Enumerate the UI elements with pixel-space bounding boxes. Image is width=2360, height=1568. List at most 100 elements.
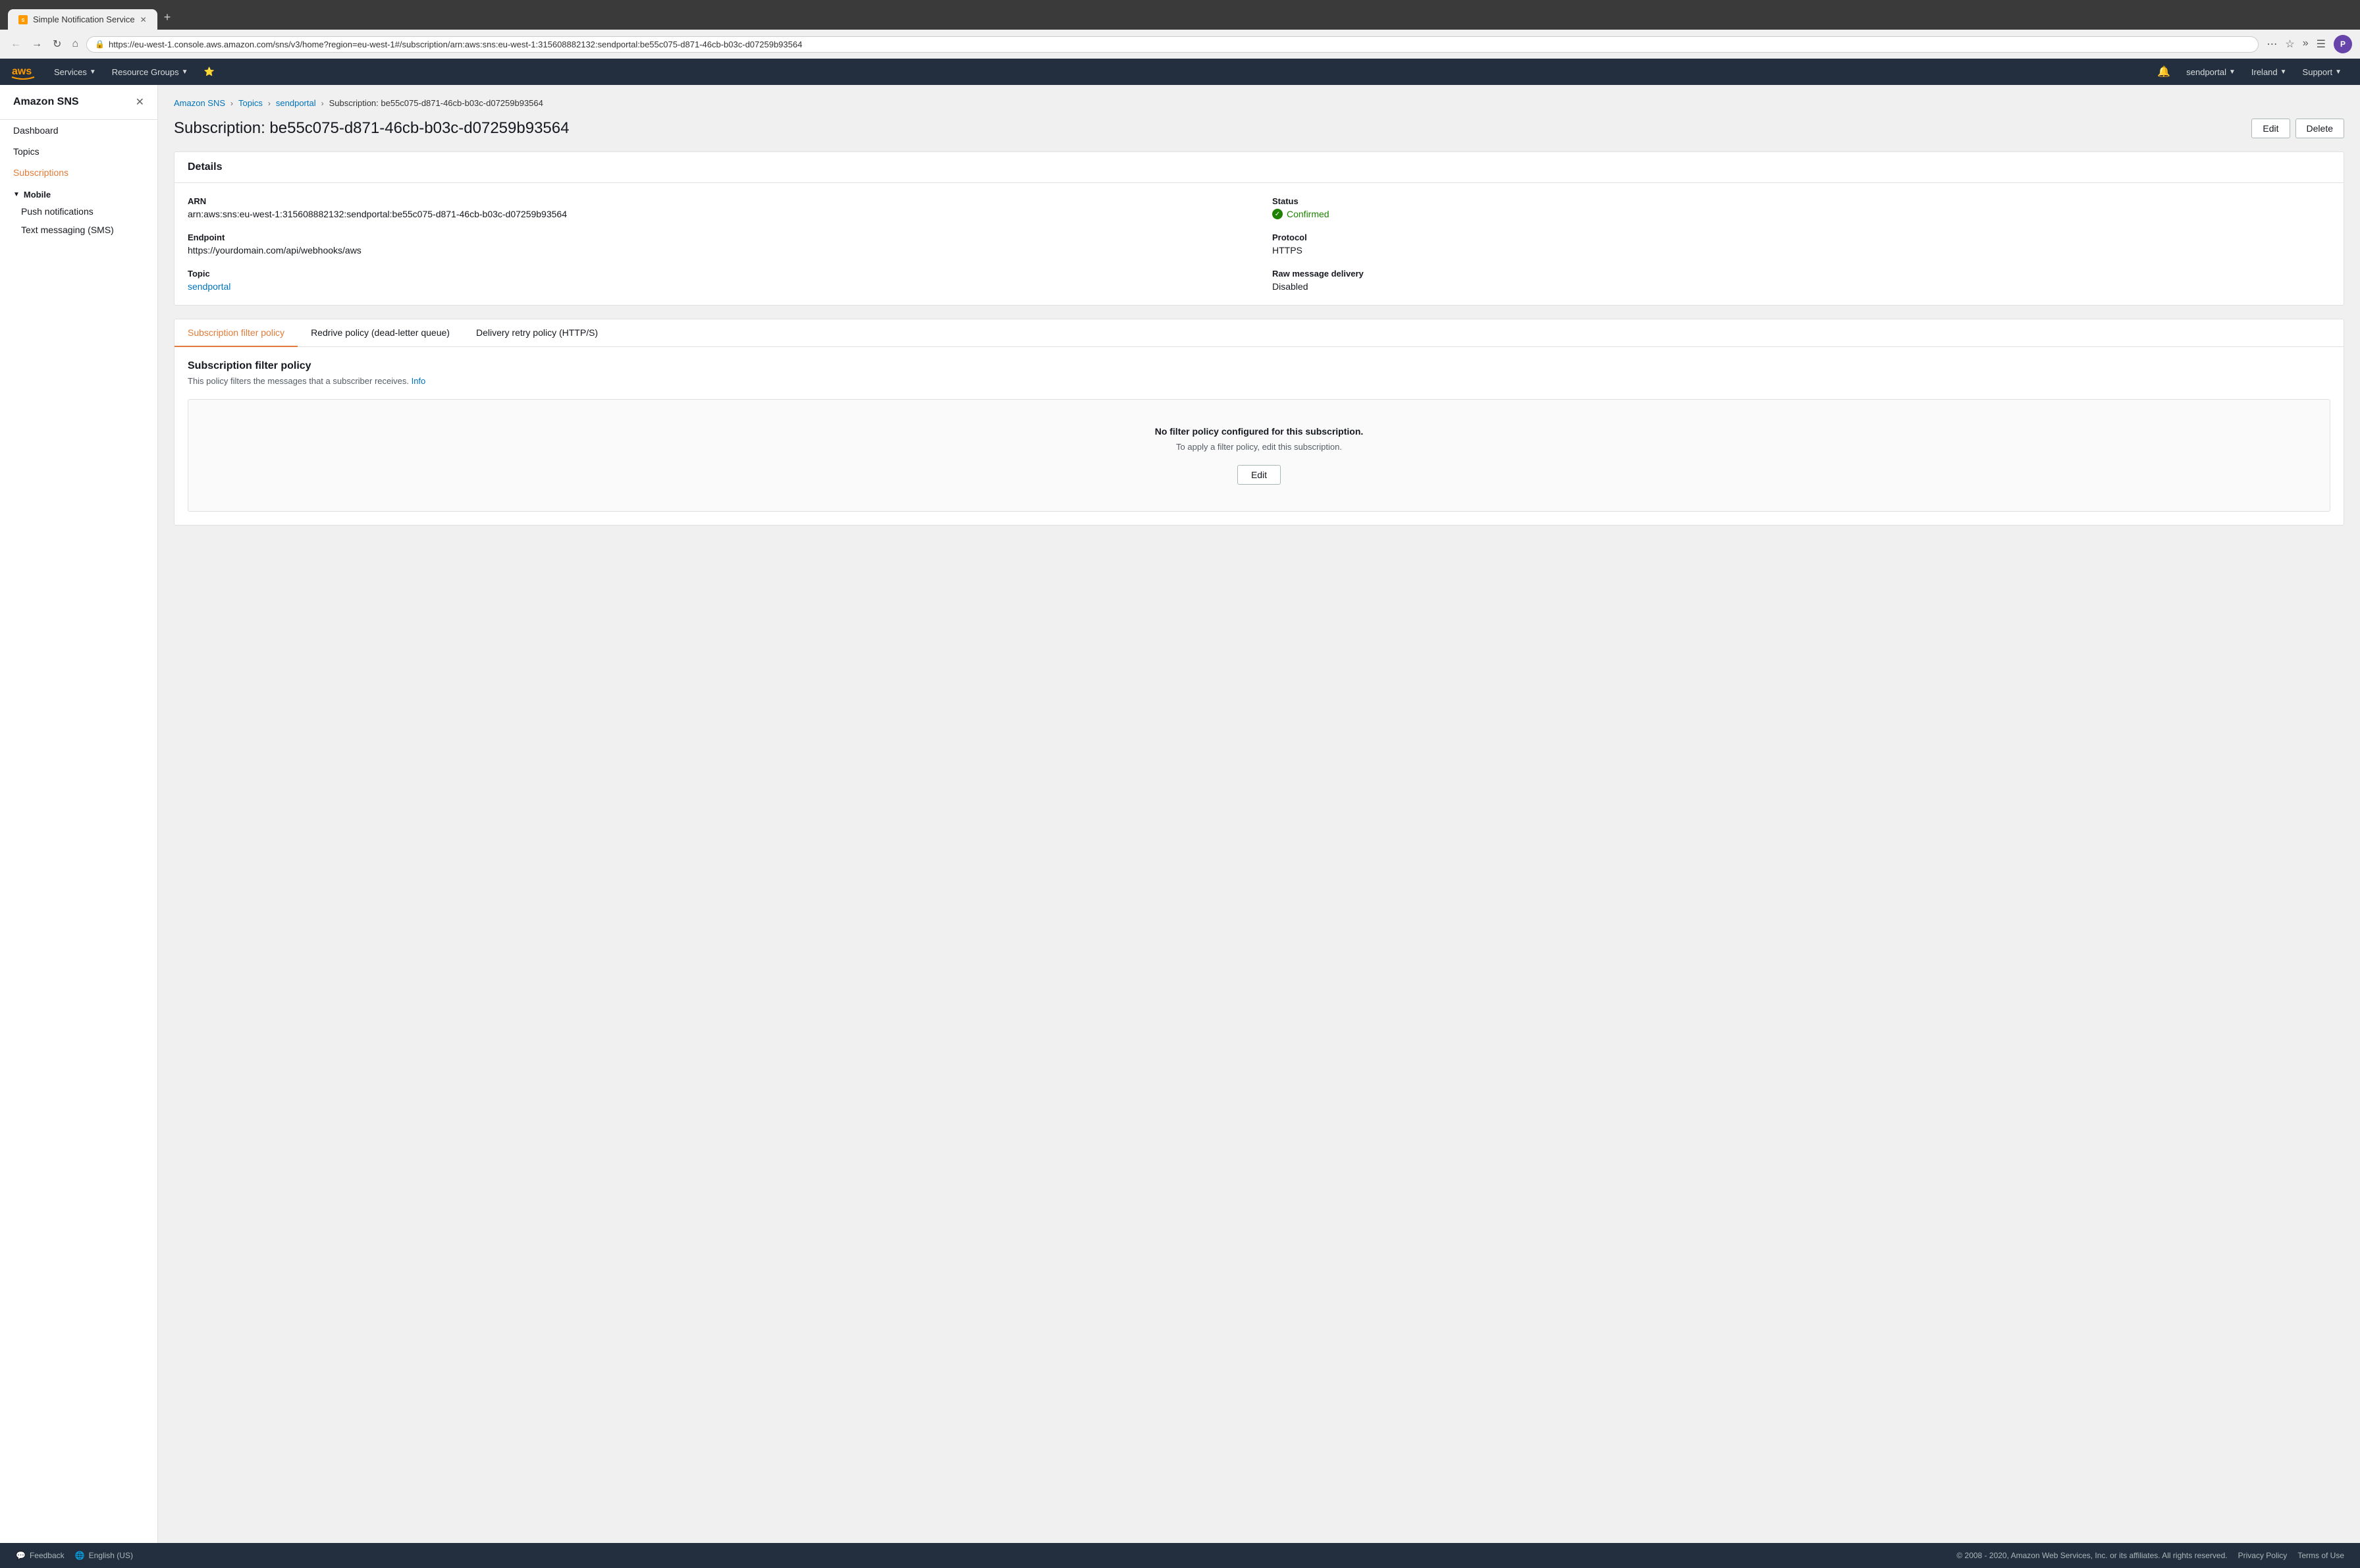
delete-button[interactable]: Delete (2295, 119, 2344, 138)
breadcrumb: Amazon SNS › Topics › sendportal › Subsc… (174, 98, 2344, 108)
forward-button[interactable]: → (29, 36, 45, 53)
sidebar-item-topics[interactable]: Topics (0, 141, 157, 162)
back-button[interactable]: ← (8, 36, 24, 53)
sidebar-item-dashboard[interactable]: Dashboard (0, 120, 157, 141)
raw-message-value: Disabled (1272, 281, 2330, 292)
region-chevron-icon: ▼ (2280, 68, 2287, 76)
sidebar-item-subscriptions[interactable]: Subscriptions (0, 162, 157, 183)
new-tab-button[interactable]: + (159, 5, 176, 30)
breadcrumb-topics[interactable]: Topics (238, 98, 263, 108)
menu-icon[interactable]: ☰ (2314, 36, 2328, 52)
topic-value[interactable]: sendportal (188, 281, 1246, 292)
footer: 💬 Feedback 🌐 English (US) © 2008 - 2020,… (0, 1543, 2360, 1568)
extensions-icon[interactable]: ⋯ (2264, 36, 2280, 52)
privacy-policy-link[interactable]: Privacy Policy (2238, 1551, 2288, 1560)
browser-tab-active[interactable]: S Simple Notification Service ✕ (8, 9, 157, 30)
support-nav[interactable]: Support ▼ (2295, 59, 2349, 85)
details-grid: ARN arn:aws:sns:eu-west-1:315608882132:s… (188, 196, 2330, 292)
protocol-label: Protocol (1272, 232, 2330, 242)
support-chevron-icon: ▼ (2335, 68, 2342, 76)
sidebar-close-button[interactable]: ✕ (136, 95, 144, 109)
topic-detail: Topic sendportal (188, 269, 1246, 292)
sidebar-item-subscriptions-label: Subscriptions (13, 167, 68, 178)
page-title: Subscription: be55c075-d871-46cb-b03c-d0… (174, 119, 569, 138)
sidebar-header: Amazon SNS ✕ (0, 85, 157, 120)
footer-right: © 2008 - 2020, Amazon Web Services, Inc.… (1956, 1551, 2344, 1560)
resource-groups-nav[interactable]: Resource Groups ▼ (104, 59, 196, 85)
bookmark-icon[interactable]: ☆ (2282, 36, 2297, 52)
browser-chrome: S Simple Notification Service ✕ + (0, 0, 2360, 30)
svg-text:S: S (22, 18, 25, 23)
sidebar-item-push-notifications[interactable]: Push notifications (0, 202, 157, 221)
user-chevron-icon: ▼ (2229, 68, 2236, 76)
svg-text:aws: aws (12, 66, 32, 77)
terms-of-use-link[interactable]: Terms of Use (2297, 1551, 2344, 1560)
aws-topnav: aws Services ▼ Resource Groups ▼ ⭐ 🔔 sen… (0, 59, 2360, 85)
feedback-icon: 💬 (16, 1551, 26, 1560)
tab-redrive-policy[interactable]: Redrive policy (dead-letter queue) (298, 319, 463, 347)
empty-policy-sub: To apply a filter policy, edit this subs… (201, 442, 2317, 452)
sidebar-mobile-section[interactable]: ▼ Mobile (0, 183, 157, 202)
tab-filter-policy[interactable]: Subscription filter policy (174, 319, 298, 347)
region-label: Ireland (2251, 67, 2278, 77)
language-link[interactable]: English (US) (89, 1551, 133, 1560)
filter-policy-desc-text: This policy filters the messages that a … (188, 376, 409, 386)
breadcrumb-sendportal[interactable]: sendportal (276, 98, 316, 108)
services-nav[interactable]: Services ▼ (46, 59, 104, 85)
lock-icon: 🔒 (95, 40, 105, 49)
sns-favicon-icon: S (20, 16, 26, 23)
tab-retry-policy[interactable]: Delivery retry policy (HTTP/S) (463, 319, 611, 347)
pin-icon: ⭐ (204, 67, 215, 77)
content-inner: Amazon SNS › Topics › sendportal › Subsc… (158, 85, 2360, 539)
topic-label: Topic (188, 269, 1246, 279)
protocol-value: HTTPS (1272, 245, 2330, 256)
user-avatar[interactable]: P (2334, 35, 2352, 53)
user-account-nav[interactable]: sendportal ▼ (2178, 59, 2243, 85)
sidebar-mobile-label: Mobile (24, 190, 51, 200)
breadcrumb-sep-1: › (230, 99, 233, 108)
breadcrumb-sep-3: › (321, 99, 324, 108)
content-area: Amazon SNS › Topics › sendportal › Subsc… (158, 85, 2360, 1543)
empty-policy-box: No filter policy configured for this sub… (188, 399, 2330, 512)
details-panel-body: ARN arn:aws:sns:eu-west-1:315608882132:s… (174, 183, 2344, 305)
endpoint-value: https://yourdomain.com/api/webhooks/aws (188, 245, 1246, 256)
protocol-detail: Protocol HTTPS (1272, 232, 2330, 256)
language-icon: 🌐 (75, 1551, 85, 1560)
language-section: 🌐 English (US) (75, 1551, 133, 1560)
support-label: Support (2303, 67, 2333, 77)
copyright-text: © 2008 - 2020, Amazon Web Services, Inc.… (1956, 1551, 2227, 1560)
notifications-bell[interactable]: 🔔 (2149, 65, 2178, 78)
browser-extra-buttons: ⋯ ☆ » ☰ (2264, 36, 2328, 52)
address-bar[interactable]: 🔒 https://eu-west-1.console.aws.amazon.c… (86, 36, 2259, 53)
endpoint-detail: Endpoint https://yourdomain.com/api/webh… (188, 232, 1246, 256)
sidebar-item-dashboard-label: Dashboard (13, 125, 59, 136)
reload-button[interactable]: ↻ (50, 35, 64, 53)
pin-button[interactable]: ⭐ (196, 59, 223, 85)
browser-tabs: S Simple Notification Service ✕ + (8, 5, 2352, 30)
breadcrumb-current: Subscription: be55c075-d871-46cb-b03c-d0… (329, 98, 543, 108)
sidebar-toggle-icon[interactable]: » (2300, 36, 2311, 52)
region-nav[interactable]: Ireland ▼ (2243, 59, 2295, 85)
tab-redrive-policy-label: Redrive policy (dead-letter queue) (311, 327, 450, 338)
sidebar-mobile-arrow-icon: ▼ (13, 191, 20, 198)
sidebar-item-topics-label: Topics (13, 146, 40, 157)
filter-policy-info-link[interactable]: Info (412, 376, 426, 386)
feedback-link[interactable]: Feedback (30, 1551, 65, 1560)
services-label: Services (54, 67, 87, 77)
home-button[interactable]: ⌂ (69, 36, 81, 53)
aws-logo[interactable]: aws (11, 63, 36, 81)
edit-button[interactable]: Edit (2251, 119, 2290, 138)
arn-label: ARN (188, 196, 1246, 206)
sidebar-item-push-notifications-label: Push notifications (21, 206, 94, 217)
filter-policy-edit-button[interactable]: Edit (1237, 465, 1281, 485)
page-header: Subscription: be55c075-d871-46cb-b03c-d0… (174, 119, 2344, 138)
breadcrumb-sep-2: › (268, 99, 271, 108)
browser-toolbar: ← → ↻ ⌂ 🔒 https://eu-west-1.console.aws.… (0, 30, 2360, 59)
user-label: sendportal (2186, 67, 2226, 77)
status-detail: Status Confirmed (1272, 196, 2330, 219)
tab-close-button[interactable]: ✕ (140, 15, 147, 24)
breadcrumb-amazon-sns[interactable]: Amazon SNS (174, 98, 225, 108)
sidebar-item-text-messaging[interactable]: Text messaging (SMS) (0, 221, 157, 239)
tab-favicon: S (18, 15, 28, 24)
status-label: Status (1272, 196, 2330, 206)
